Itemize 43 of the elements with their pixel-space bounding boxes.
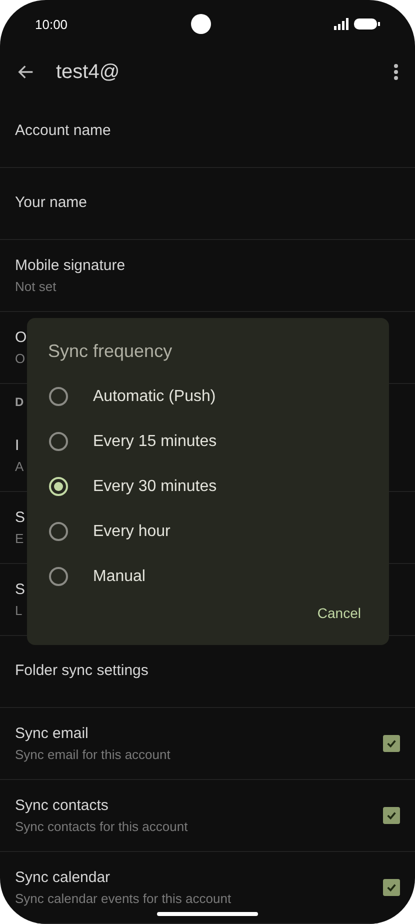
check-icon — [386, 738, 397, 749]
setting-title[interactable]: I — [15, 434, 24, 457]
setting-subtitle: L — [15, 602, 24, 620]
setting-subtitle: A — [15, 458, 24, 476]
more-icon[interactable] — [393, 63, 399, 82]
radio-button[interactable] — [49, 522, 68, 541]
radio-option[interactable]: Every 30 minutes — [27, 464, 389, 509]
radio-option[interactable]: Every hour — [27, 509, 389, 554]
setting-title[interactable]: Mobile signature — [15, 254, 126, 277]
radio-option[interactable]: Every 15 minutes — [27, 419, 389, 464]
setting-subtitle: Sync email for this account — [15, 746, 170, 764]
radio-button[interactable] — [49, 432, 68, 451]
cancel-button[interactable]: Cancel — [307, 599, 371, 628]
radio-option[interactable]: Automatic (Push) — [27, 374, 389, 419]
radio-option[interactable]: Manual — [27, 554, 389, 599]
setting-subtitle: Sync contacts for this account — [15, 818, 188, 836]
checkbox[interactable] — [383, 807, 400, 824]
dialog-title: Sync frequency — [48, 340, 174, 363]
setting-title[interactable]: Sync contacts — [15, 794, 188, 817]
check-icon — [386, 810, 397, 821]
radio-button[interactable] — [49, 387, 68, 406]
camera-icon — [190, 14, 211, 34]
checkbox[interactable] — [383, 735, 400, 752]
setting-subtitle: Sync calendar events for this account — [15, 890, 232, 908]
setting-subtitle: E — [15, 530, 25, 548]
setting-title[interactable]: Folder sync settings — [15, 660, 148, 683]
setting-title[interactable]: O — [15, 326, 27, 349]
radio-button[interactable] — [49, 477, 68, 496]
check-icon — [386, 882, 397, 893]
setting-title[interactable]: S — [15, 506, 26, 529]
setting-title[interactable]: Sync email — [15, 722, 170, 745]
status-time: 10:00 — [35, 16, 68, 34]
setting-title[interactable]: Your name — [15, 192, 87, 215]
radio-button[interactable] — [49, 567, 68, 586]
checkbox[interactable] — [383, 879, 400, 896]
setting-subtitle: O — [15, 350, 26, 368]
section-header: D — [15, 394, 24, 411]
page-title: test4@ — [56, 60, 120, 86]
status-icons — [334, 18, 380, 30]
setting-title[interactable]: Account name — [15, 120, 111, 143]
setting-title[interactable]: Sync calendar — [15, 866, 232, 889]
setting-title[interactable]: S — [15, 578, 26, 601]
setting-subtitle: Not set — [15, 278, 58, 296]
